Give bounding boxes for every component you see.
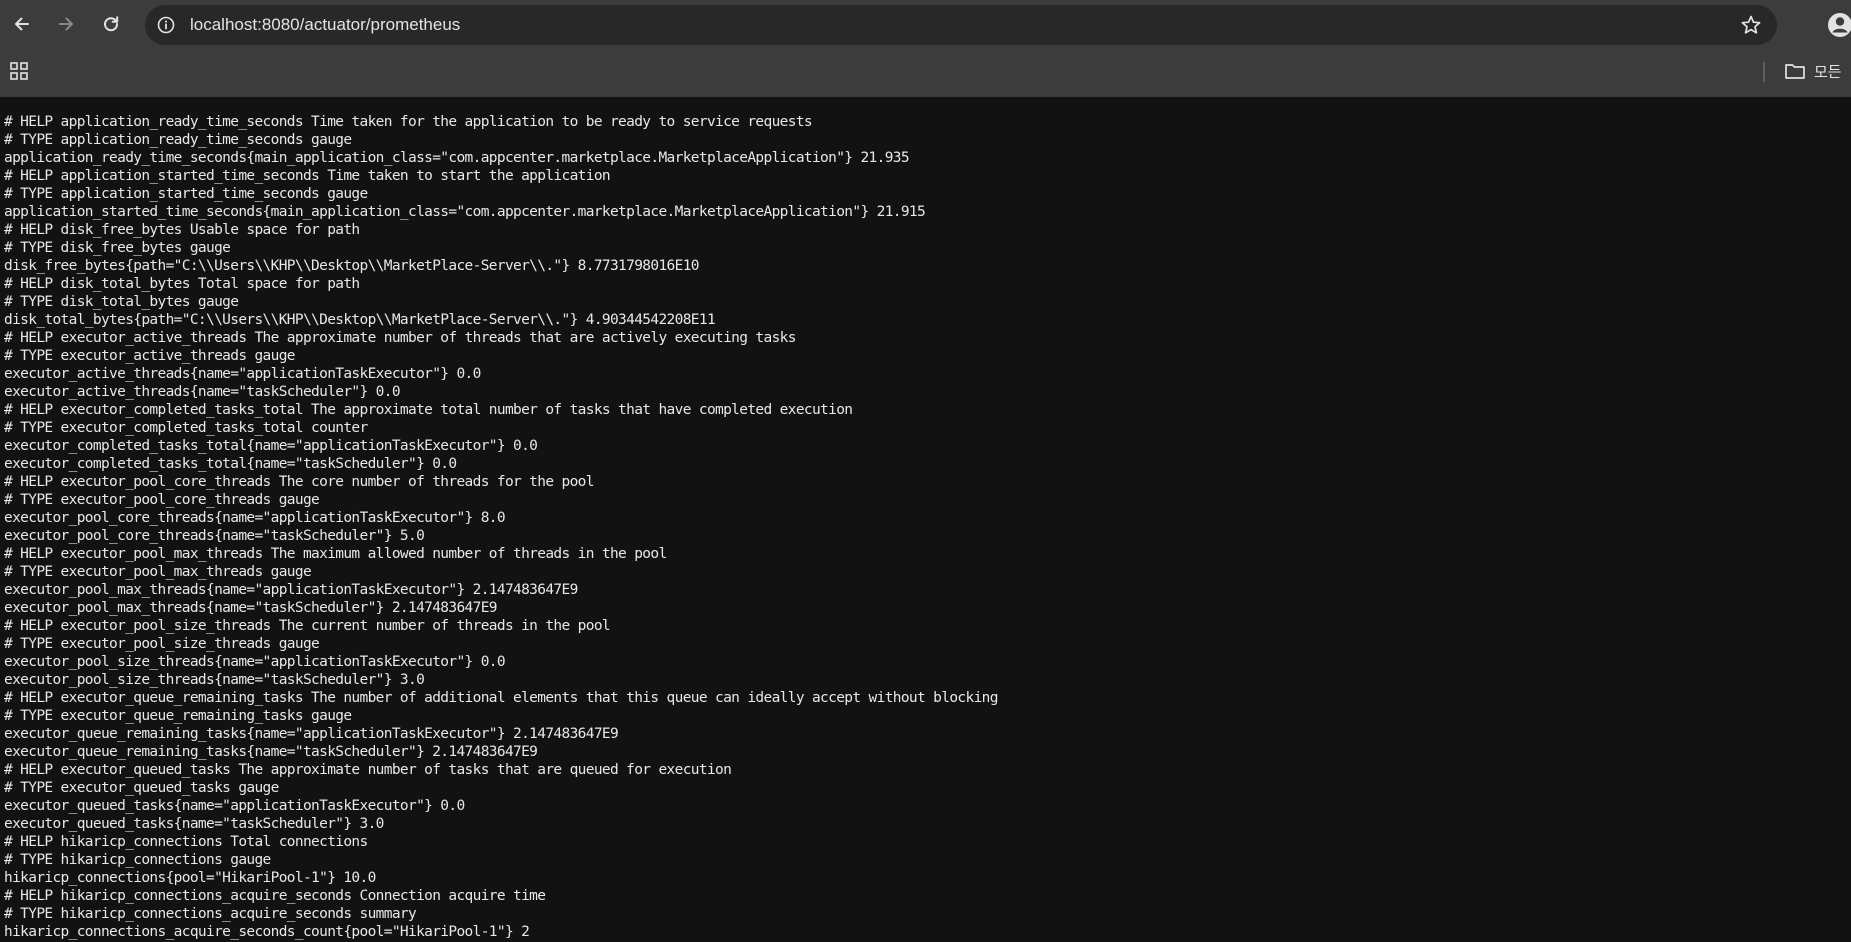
metrics-line: # HELP application_ready_time_seconds Ti… (4, 114, 813, 130)
metrics-line: executor_active_threads{name="taskSchedu… (4, 384, 401, 400)
all-bookmarks-label: 모든 (1814, 62, 1842, 81)
metrics-line: application_ready_time_seconds{main_appl… (4, 150, 910, 166)
address-bar[interactable]: localhost:8080/actuator/prometheus (145, 5, 1777, 45)
metrics-line: # TYPE hikaricp_connections_acquire_seco… (4, 906, 417, 922)
metrics-line: # TYPE application_ready_time_seconds ga… (4, 132, 352, 148)
apps-button[interactable] (8, 60, 30, 82)
bookmarks-bar: 모든 (0, 50, 1851, 97)
bookmarks-divider (1763, 62, 1765, 82)
metrics-line: disk_free_bytes{path="C:\\Users\\KHP\\De… (4, 258, 700, 274)
reload-icon (104, 16, 119, 32)
back-button[interactable] (9, 11, 35, 37)
arrow-right-icon (59, 17, 73, 31)
metrics-line: # HELP executor_queued_tasks The approxi… (4, 762, 732, 778)
metrics-line: executor_queue_remaining_tasks{name="tas… (4, 744, 538, 760)
metrics-line: # HELP executor_completed_tasks_total Th… (4, 402, 853, 418)
metrics-line: application_started_time_seconds{main_ap… (4, 204, 926, 220)
metrics-line: # TYPE executor_queued_tasks gauge (4, 780, 279, 796)
metrics-line: # HELP disk_free_bytes Usable space for … (4, 222, 360, 238)
metrics-line: # TYPE executor_pool_size_threads gauge (4, 636, 320, 652)
folder-icon (1785, 64, 1805, 79)
metrics-line: # TYPE disk_total_bytes gauge (4, 294, 239, 310)
avatar-icon (1828, 13, 1851, 37)
arrow-left-icon (15, 17, 29, 31)
metrics-line: # HELP executor_pool_core_threads The co… (4, 474, 594, 490)
metrics-line: # TYPE disk_free_bytes gauge (4, 240, 231, 256)
bookmark-star-button[interactable] (1739, 13, 1763, 37)
metrics-line: # HELP executor_active_threads The appro… (4, 330, 796, 346)
metrics-line: # HELP executor_queue_remaining_tasks Th… (4, 690, 998, 706)
metrics-line: # HELP executor_pool_max_threads The max… (4, 546, 667, 562)
metrics-line: executor_pool_size_threads{name="applica… (4, 654, 506, 670)
page-content: # HELP application_ready_time_seconds Ti… (0, 97, 1851, 942)
metrics-line: executor_pool_max_threads{name="applicat… (4, 582, 578, 598)
metrics-line: executor_completed_tasks_total{name="tas… (4, 456, 457, 472)
metrics-line: executor_pool_core_threads{name="taskSch… (4, 528, 425, 544)
metrics-line: # TYPE hikaricp_connections gauge (4, 852, 271, 868)
metrics-line: # HELP hikaricp_connections Total connec… (4, 834, 368, 850)
metrics-line: executor_pool_size_threads{name="taskSch… (4, 672, 425, 688)
reload-button[interactable] (98, 11, 124, 37)
metrics-line: # HELP executor_pool_size_threads The cu… (4, 618, 611, 634)
prometheus-metrics-text: # HELP application_ready_time_seconds Ti… (4, 113, 998, 941)
metrics-line: executor_completed_tasks_total{name="app… (4, 438, 538, 454)
metrics-line: executor_pool_core_threads{name="applica… (4, 510, 506, 526)
metrics-line: # HELP hikaricp_connections_acquire_seco… (4, 888, 546, 904)
star-icon (1741, 15, 1761, 34)
browser-chrome: localhost:8080/actuator/prometheus 모든 (0, 0, 1851, 97)
metrics-line: # HELP application_started_time_seconds … (4, 168, 611, 184)
metrics-line: executor_queued_tasks{name="applicationT… (4, 798, 465, 814)
metrics-line: # TYPE executor_pool_core_threads gauge (4, 492, 320, 508)
info-icon (157, 16, 175, 34)
url-text[interactable]: localhost:8080/actuator/prometheus (190, 5, 460, 45)
metrics-line: executor_queued_tasks{name="taskSchedule… (4, 816, 384, 832)
metrics-line: executor_queue_remaining_tasks{name="app… (4, 726, 619, 742)
forward-button[interactable] (53, 11, 79, 37)
metrics-line: # TYPE executor_active_threads gauge (4, 348, 296, 364)
metrics-line: executor_active_threads{name="applicatio… (4, 366, 481, 382)
profile-button[interactable] (1826, 11, 1851, 39)
metrics-line: disk_total_bytes{path="C:\\Users\\KHP\\D… (4, 312, 716, 328)
metrics-line: # TYPE executor_completed_tasks_total co… (4, 420, 368, 436)
metrics-line: # HELP disk_total_bytes Total space for … (4, 276, 360, 292)
metrics-line: # TYPE executor_pool_max_threads gauge (4, 564, 312, 580)
apps-grid-icon (10, 62, 28, 80)
metrics-line: hikaricp_connections_acquire_seconds_cou… (4, 924, 530, 940)
all-bookmarks-button[interactable]: 모든 (1784, 58, 1842, 84)
metrics-line: hikaricp_connections{pool="HikariPool-1"… (4, 870, 376, 886)
browser-toolbar: localhost:8080/actuator/prometheus (0, 0, 1851, 50)
metrics-line: # TYPE application_started_time_seconds … (4, 186, 368, 202)
metrics-line: # TYPE executor_queue_remaining_tasks ga… (4, 708, 352, 724)
metrics-line: executor_pool_max_threads{name="taskSche… (4, 600, 498, 616)
site-info-button[interactable] (153, 12, 179, 38)
